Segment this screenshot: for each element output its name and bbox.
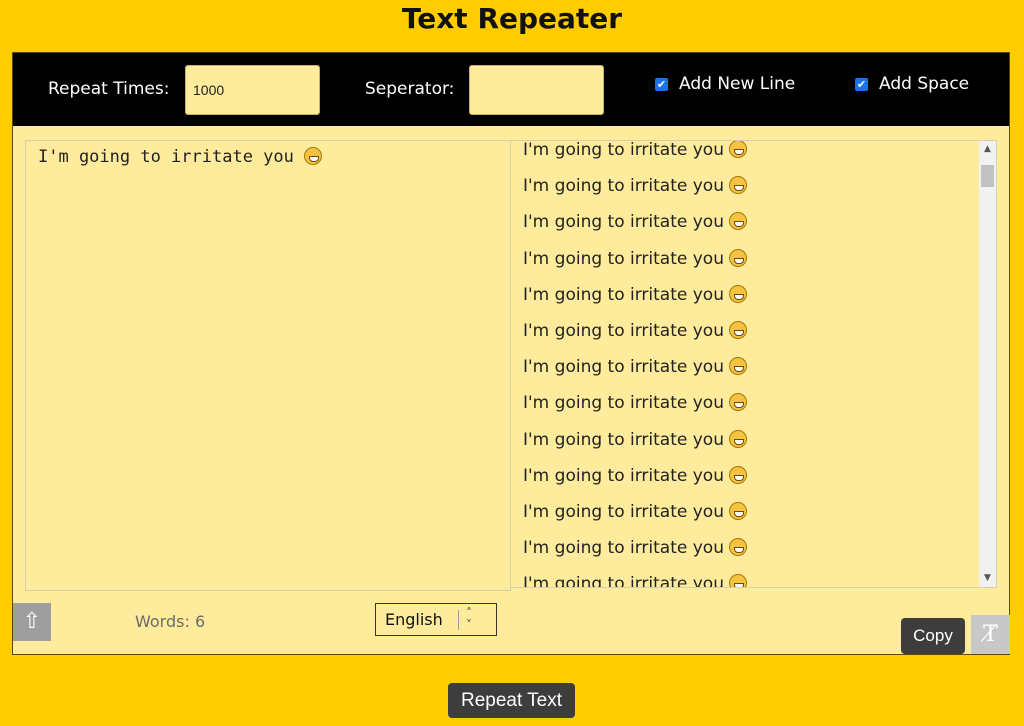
output-line: I'm going to irritate you [523,204,748,240]
output-line: I'm going to irritate you [523,458,748,494]
output-line: I'm going to irritate you [523,241,748,277]
clear-formatting-button[interactable]: T̸ [971,615,1010,654]
output-textarea[interactable]: I'm going to irritate you I'm going to i… [511,140,997,588]
output-line-text: I'm going to irritate you [523,284,730,305]
scroll-up-arrow-icon[interactable]: ▲ [979,141,996,158]
grinning-emoji-icon [729,538,748,557]
scroll-thumb[interactable] [981,165,994,187]
page-title: Text Repeater [401,2,623,35]
repeat-times-input[interactable] [185,65,320,115]
chevron-up-down-icon: ˄ ˅ [466,606,472,632]
upload-button[interactable]: ⇧ [13,603,51,641]
scroll-down-arrow-icon[interactable]: ▼ [979,570,996,587]
output-line: I'm going to irritate you [523,385,748,421]
repeat-times-label: Repeat Times: [48,79,170,99]
grinning-emoji-icon [729,501,748,520]
options-toolbar: Repeat Times: Seperator: ✔ Add New Line … [13,53,1009,126]
grinning-emoji-icon [729,393,748,412]
output-line: I'm going to irritate you [523,349,748,385]
output-line-text: I'm going to irritate you [523,357,730,378]
separator-label: Seperator: [365,79,455,99]
add-new-line-checkbox[interactable]: ✔ [655,78,668,91]
language-value: English [385,610,443,629]
output-line: I'm going to irritate you [523,277,748,313]
grinning-emoji-icon [729,429,748,448]
repeat-text-button[interactable]: Repeat Text [448,683,575,718]
output-line-text: I'm going to irritate you [523,501,730,522]
input-text: I'm going to irritate you [38,147,294,167]
select-divider [458,610,459,630]
output-line-text: I'm going to irritate you [523,538,730,559]
repeater-panel: Repeat Times: Seperator: ✔ Add New Line … [12,52,1010,655]
output-line-text: I'm going to irritate you [523,140,730,160]
grinning-emoji-icon [729,284,748,303]
separator-input[interactable] [469,65,604,115]
grinning-emoji-icon [729,357,748,376]
output-line: I'm going to irritate you [523,422,748,458]
grinning-emoji-icon [729,176,748,195]
output-line: I'm going to irritate you [523,140,748,168]
grinning-emoji-icon [729,574,748,587]
grinning-emoji-icon [729,141,748,158]
output-line: I'm going to irritate you [523,566,748,588]
output-line-text: I'm going to irritate you [523,393,730,414]
output-line-text: I'm going to irritate you [523,176,730,197]
add-new-line-label[interactable]: Add New Line [679,74,795,94]
language-select[interactable]: English ˄ ˅ [375,603,497,636]
output-scrollbar[interactable]: ▲ ▼ [979,141,996,587]
add-space-label[interactable]: Add Space [879,74,969,94]
grinning-emoji-icon [729,465,748,484]
input-textarea[interactable]: I'm going to irritate you [25,140,511,591]
output-line-text: I'm going to irritate you [523,465,730,486]
output-line: I'm going to irritate you [523,168,748,204]
copy-button[interactable]: Copy [901,618,965,654]
output-lines: I'm going to irritate you I'm going to i… [523,140,748,588]
add-space-checkbox[interactable]: ✔ [855,78,868,91]
clear-format-icon: T̸ [983,622,998,647]
output-line: I'm going to irritate you [523,494,748,530]
output-line: I'm going to irritate you [523,313,748,349]
grinning-emoji-icon [729,248,748,267]
grinning-emoji-icon [304,147,323,165]
word-count: Words: 6 [135,612,206,631]
grinning-emoji-icon [729,320,748,339]
output-line: I'm going to irritate you [523,530,748,566]
output-line-text: I'm going to irritate you [523,429,730,450]
output-line-text: I'm going to irritate you [523,248,730,269]
output-line-text: I'm going to irritate you [523,320,730,341]
upload-icon: ⇧ [22,609,42,634]
grinning-emoji-icon [729,212,748,231]
output-line-text: I'm going to irritate you [523,574,730,588]
output-line-text: I'm going to irritate you [523,212,730,233]
